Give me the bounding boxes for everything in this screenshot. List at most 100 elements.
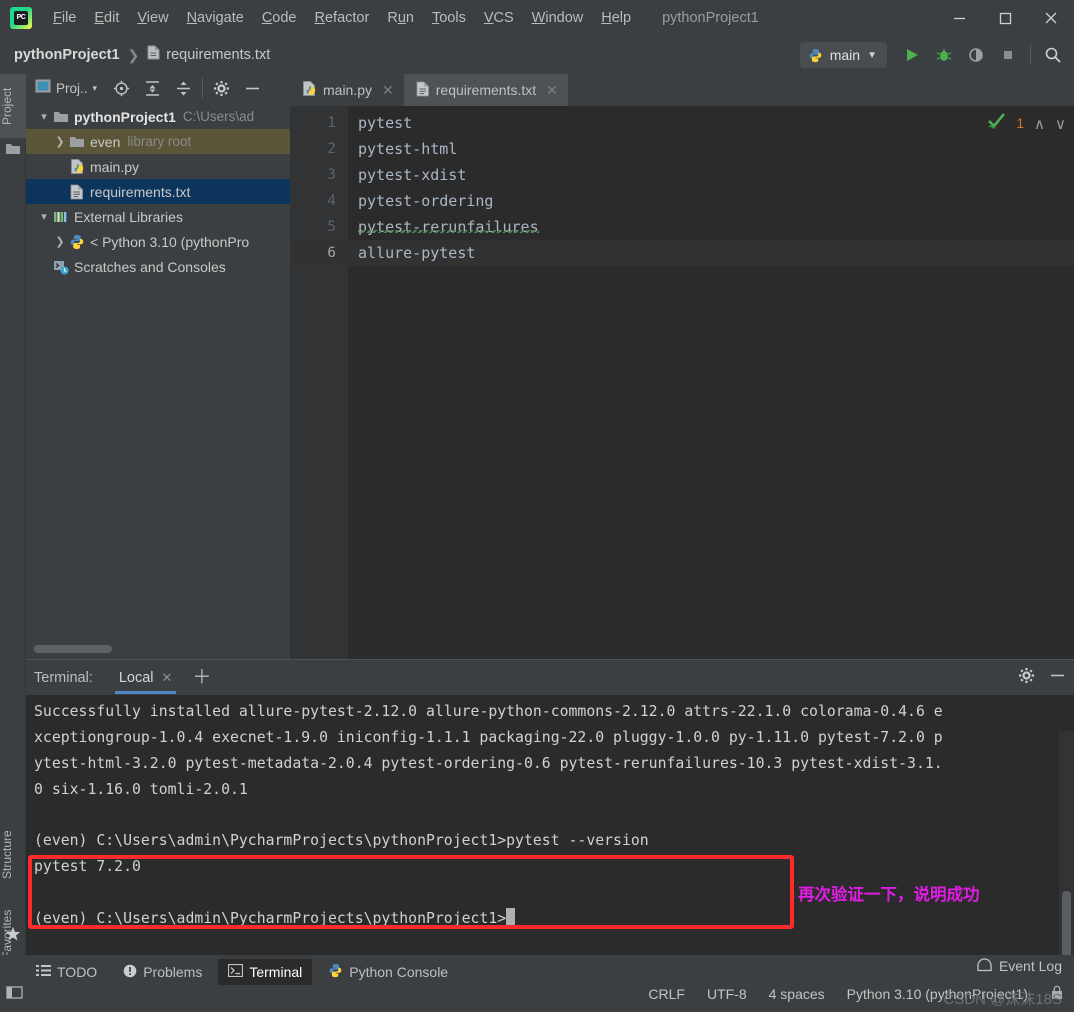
code-editor[interactable]: 1 2 3 4 5 6 pytest pytest-html pytest-xd… xyxy=(290,106,1074,659)
encoding-indicator[interactable]: UTF-8 xyxy=(707,986,747,1002)
hide-panel-icon[interactable] xyxy=(1049,667,1066,689)
new-terminal-button[interactable]: ＋ xyxy=(192,668,211,687)
project-toolbar: Proj.. ▾ xyxy=(26,74,290,102)
close-icon[interactable]: ✕ xyxy=(162,670,173,686)
run-with-coverage-button[interactable] xyxy=(961,40,991,70)
menu-edit[interactable]: Edit xyxy=(85,6,128,30)
tree-item-requirements-txt[interactable]: requirements.txt xyxy=(26,179,290,204)
folder-icon[interactable] xyxy=(5,142,21,158)
close-icon[interactable]: ✕ xyxy=(382,82,394,99)
code-line: allure-pytest xyxy=(348,240,1074,266)
menu-navigate[interactable]: Navigate xyxy=(178,6,253,30)
gear-icon[interactable] xyxy=(1018,667,1035,689)
project-tree: ▾ pythonProject1 C:\Users\ad ❯ even libr… xyxy=(26,104,290,639)
gear-icon[interactable] xyxy=(212,79,231,98)
breadcrumb-file[interactable]: requirements.txt xyxy=(166,47,270,63)
menu-tools[interactable]: Tools xyxy=(423,6,475,30)
menu-view[interactable]: View xyxy=(128,6,177,30)
tree-item-python-sdk[interactable]: ❯ < Python 3.10 (pythonPro xyxy=(26,229,290,254)
lock-icon[interactable] xyxy=(1050,985,1064,1003)
chevron-right-icon[interactable]: ❯ xyxy=(52,235,68,248)
terminal-output[interactable]: Successfully installed allure-pytest-2.1… xyxy=(26,695,1074,955)
close-icon[interactable]: ✕ xyxy=(546,82,558,99)
menu-vcs[interactable]: VCS xyxy=(475,6,523,30)
menu-file[interactable]: FFileile xyxy=(44,6,85,30)
tree-item-sublabel: library root xyxy=(127,134,192,149)
locate-file-icon[interactable] xyxy=(112,79,131,98)
folder-icon xyxy=(68,135,86,149)
search-icon[interactable] xyxy=(1038,40,1068,70)
terminal-vertical-scrollbar[interactable] xyxy=(1062,891,1071,955)
problems-icon xyxy=(123,964,137,981)
menu-run[interactable]: Run xyxy=(378,6,423,30)
chevron-down-icon: ▾ xyxy=(92,82,98,93)
libraries-icon xyxy=(52,210,70,224)
chevron-down-icon: ▼ xyxy=(867,49,877,61)
terminal-output-line: Successfully installed allure-pytest-2.1… xyxy=(34,703,943,720)
maximize-icon[interactable] xyxy=(982,0,1028,36)
menu-bar: FFileile Edit View Navigate Code Refacto… xyxy=(44,6,640,30)
line-number: 5 xyxy=(327,219,336,235)
tool-tab-todo[interactable]: TODO xyxy=(26,959,107,985)
tree-item-main-py[interactable]: main.py xyxy=(26,154,290,179)
stop-button[interactable] xyxy=(993,40,1023,70)
line-number: 6 xyxy=(290,240,348,266)
tree-item-pythonproject1[interactable]: ▾ pythonProject1 C:\Users\ad xyxy=(26,104,290,129)
highlight-box xyxy=(28,855,794,929)
text-file-icon xyxy=(68,184,86,200)
tree-item-external-libraries[interactable]: ▾ External Libraries xyxy=(26,204,290,229)
run-configuration-selector[interactable]: main ▼ xyxy=(799,42,887,68)
editor-tab-main-py[interactable]: main.py ✕ xyxy=(290,74,404,106)
terminal-tab-local[interactable]: Local ✕ xyxy=(114,660,177,696)
tree-item-sublabel: C:\Users\ad xyxy=(182,109,255,124)
sidebar-tab-structure[interactable]: Structure xyxy=(0,819,26,891)
menu-code[interactable]: Code xyxy=(253,6,306,30)
menu-refactor[interactable]: Refactor xyxy=(306,6,379,30)
project-view-label: Proj.. xyxy=(56,80,88,96)
code-text-area[interactable]: pytest pytest-html pytest-xdist pytest-o… xyxy=(348,106,1074,659)
tree-item-scratches-and-consoles[interactable]: Scratches and Consoles xyxy=(26,254,290,279)
expand-all-icon[interactable] xyxy=(143,79,162,98)
tool-tab-problems[interactable]: Problems xyxy=(113,959,212,986)
minimize-icon[interactable] xyxy=(936,0,982,36)
menu-window[interactable]: Window xyxy=(523,6,593,30)
window-title: pythonProject1 xyxy=(662,10,759,26)
chevron-down-icon[interactable]: ∨ xyxy=(1055,115,1066,133)
hide-panel-icon[interactable] xyxy=(243,79,262,98)
tree-item-even[interactable]: ❯ even library root xyxy=(26,129,290,154)
collapse-all-icon[interactable] xyxy=(174,79,193,98)
sidebar-tab-project[interactable]: Project xyxy=(0,74,26,138)
tool-tab-label: Terminal xyxy=(249,964,303,980)
layout-toggle-icon[interactable] xyxy=(6,985,23,1005)
breadcrumb-project[interactable]: pythonProject1 xyxy=(14,47,120,63)
python-icon xyxy=(68,234,86,250)
toolbar-divider xyxy=(1030,45,1031,65)
line-number: 2 xyxy=(327,141,336,157)
chevron-down-icon[interactable]: ▾ xyxy=(36,110,52,123)
debug-button[interactable] xyxy=(929,40,959,70)
run-button[interactable] xyxy=(897,40,927,70)
menu-help[interactable]: Help xyxy=(592,6,640,30)
status-bar-right: CRLF UTF-8 4 spaces Python 3.10 (pythonP… xyxy=(648,985,1064,1003)
editor-tab-requirements-txt[interactable]: requirements.txt ✕ xyxy=(403,74,568,106)
chevron-up-icon[interactable]: ∧ xyxy=(1034,115,1045,133)
terminal-output-line: 0 six-1.16.0 tomli-2.0.1 xyxy=(34,781,248,798)
code-line: pytest-html xyxy=(358,140,458,158)
line-separator-indicator[interactable]: CRLF xyxy=(648,986,685,1002)
terminal-tab-label: Local xyxy=(118,669,154,686)
close-icon[interactable] xyxy=(1028,0,1074,36)
python-file-icon xyxy=(302,81,317,99)
tool-tab-python-console[interactable]: Python Console xyxy=(318,958,458,986)
line-number: 3 xyxy=(327,167,336,183)
project-horizontal-scrollbar[interactable] xyxy=(34,645,112,653)
terminal-output-line: xceptiongroup-1.0.4 execnet-1.9.0 inicon… xyxy=(34,729,943,746)
chevron-right-icon[interactable]: ❯ xyxy=(52,135,68,148)
event-log-button[interactable]: Event Log xyxy=(977,957,1062,975)
inspection-ok-icon[interactable] xyxy=(987,112,1007,135)
project-view-selector[interactable]: Proj.. ▾ xyxy=(32,77,100,100)
tool-tab-terminal[interactable]: Terminal xyxy=(218,959,313,985)
interpreter-indicator[interactable]: Python 3.10 (pythonProject1) xyxy=(847,986,1028,1002)
pycharm-logo-icon: PC xyxy=(10,7,32,29)
chevron-down-icon[interactable]: ▾ xyxy=(36,210,52,223)
indent-indicator[interactable]: 4 spaces xyxy=(769,986,825,1002)
